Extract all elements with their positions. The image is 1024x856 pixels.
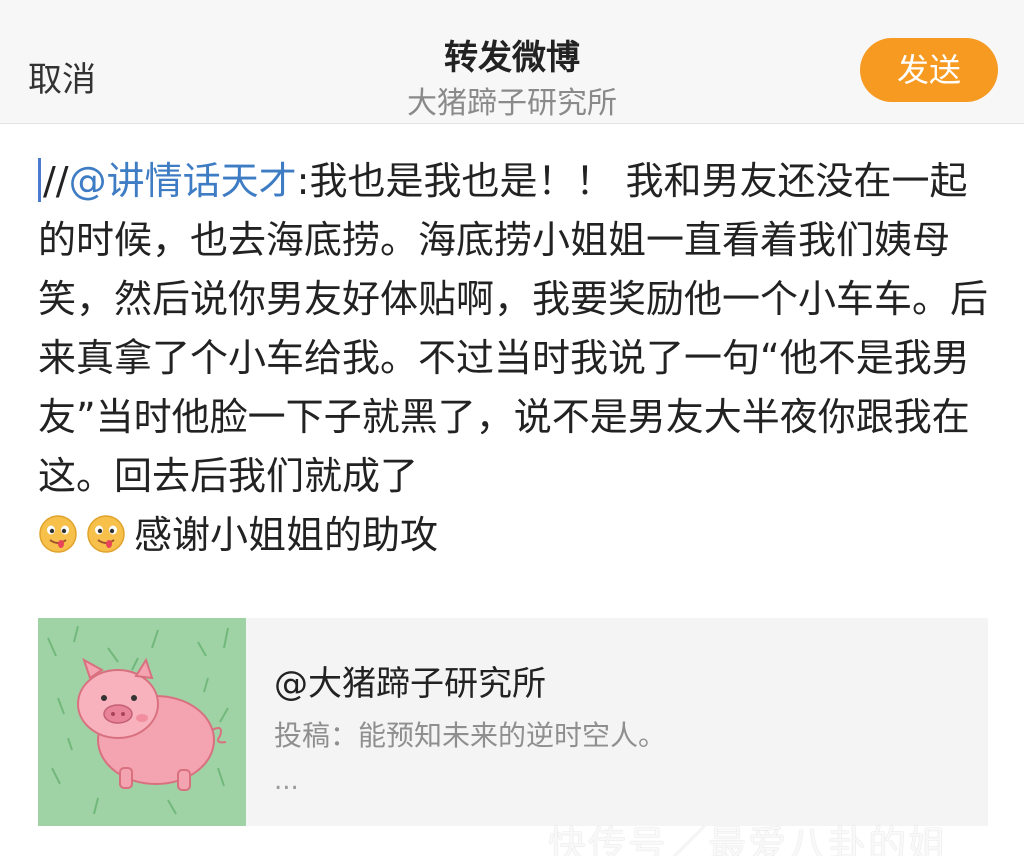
repost-suffix: 感谢小姐姐的助攻 — [134, 513, 439, 557]
nav-bar: 取消 转发微博 大猪蹄子研究所 发送 — [0, 0, 1024, 124]
card-author-name: @大猪蹄子研究所 — [274, 664, 546, 704]
watermark-text: 快传号／最爱八卦的姐 — [548, 823, 949, 856]
mention-link[interactable]: @讲情话天才 — [69, 159, 297, 203]
text-cursor — [38, 158, 41, 202]
drooling-face-icon — [87, 515, 125, 553]
repost-body: 我也是我也是！！ 我和男友还没在一起的时候，也去海底捞。海底捞小姐姐一直看着我们… — [38, 159, 989, 498]
drooling-face-icon — [39, 515, 77, 553]
pink-pig-avatar-icon — [38, 618, 246, 826]
card-description: 投稿：能预知未来的逆时空人。 — [274, 719, 667, 752]
repost-text-editor[interactable]: //@讲情话天才:我也是我也是！！ 我和男友还没在一起的时候，也去海底捞。海底捞… — [38, 152, 988, 582]
original-post-card[interactable]: @大猪蹄子研究所 投稿：能预知未来的逆时空人。 ... — [38, 618, 988, 826]
mention-colon: : — [296, 159, 310, 203]
send-button[interactable]: 发送 — [860, 38, 998, 102]
repost-prefix: // — [43, 159, 69, 203]
card-ellipsis: ... — [274, 766, 299, 796]
